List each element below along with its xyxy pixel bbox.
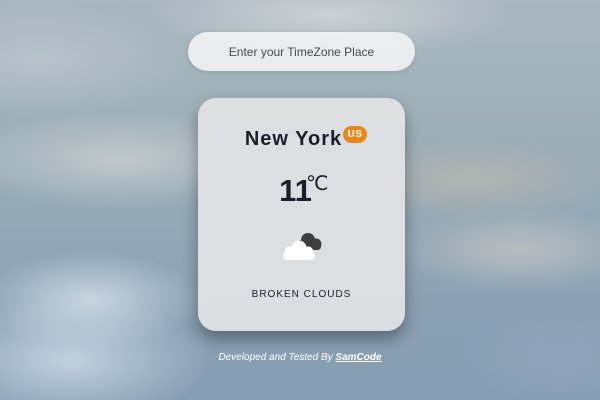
author-link[interactable]: SamCode bbox=[335, 352, 381, 363]
temperature-unit: ℃ bbox=[306, 171, 329, 195]
city-row: New York US bbox=[198, 126, 405, 151]
weather-card: New York US 11 ℃ BROKEN CLOUDS bbox=[198, 98, 405, 331]
city-name: New York bbox=[244, 128, 343, 150]
temperature-row: 11 ℃ bbox=[198, 171, 405, 209]
weather-description: BROKEN CLOUDS bbox=[251, 289, 352, 300]
footer: Developed and Tested By SamCode bbox=[0, 352, 600, 363]
country-badge: US bbox=[343, 126, 367, 143]
timezone-search-input[interactable] bbox=[188, 31, 415, 72]
broken-clouds-icon bbox=[283, 233, 322, 260]
search-bar[interactable] bbox=[188, 31, 415, 72]
footer-text: Developed and Tested By bbox=[218, 352, 336, 363]
